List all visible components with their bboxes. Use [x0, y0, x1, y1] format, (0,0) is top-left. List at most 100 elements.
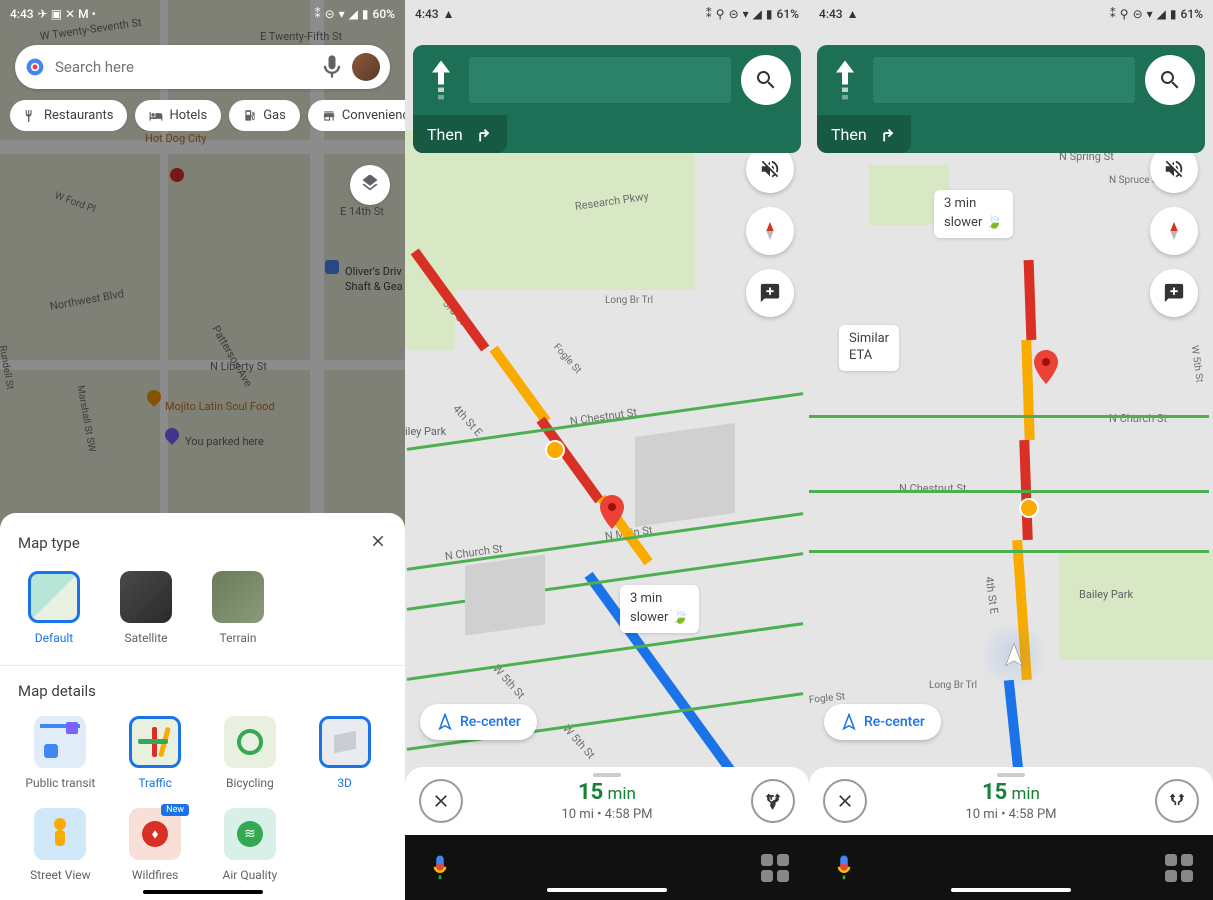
status-time: 4:43	[819, 7, 843, 21]
search-bar[interactable]: Search here	[15, 45, 390, 89]
destination-field[interactable]	[873, 57, 1135, 103]
voice-assistant-button[interactable]	[829, 853, 859, 883]
destination-pin	[600, 495, 624, 529]
home-indicator[interactable]	[547, 888, 667, 892]
then-label: Then	[427, 125, 463, 144]
telegram-icon: ✈	[38, 7, 48, 21]
eta-block: 15 min 10 mi • 4:58 PM	[561, 780, 652, 822]
detail-wildfires[interactable]: ♦NewWildfires	[113, 808, 198, 882]
profile-avatar[interactable]	[352, 53, 380, 81]
leaf-icon: 🍃	[672, 609, 689, 625]
drag-handle[interactable]	[593, 773, 621, 777]
close-button[interactable]	[369, 531, 387, 555]
mute-icon	[1163, 158, 1185, 180]
compass-button[interactable]	[1150, 207, 1198, 255]
current-location	[979, 620, 1049, 690]
close-nav-button[interactable]	[823, 779, 867, 823]
home-indicator[interactable]	[951, 888, 1071, 892]
close-icon	[431, 791, 451, 811]
detail-label: Traffic	[138, 776, 172, 790]
status-battery: 60%	[373, 7, 395, 21]
message-icon: ▣	[51, 7, 62, 21]
detail-thumb	[224, 716, 276, 768]
maptype-satellite[interactable]: Satellite	[120, 571, 172, 645]
alt-route-badge-slower[interactable]: 3 min slower 🍃	[934, 190, 1013, 238]
alt-routes-button[interactable]	[751, 779, 795, 823]
alt-routes-icon	[1167, 791, 1187, 811]
alt-routes-icon	[763, 791, 783, 811]
recenter-button[interactable]: Re-center	[824, 704, 941, 740]
eta-details: 10 mi • 4:58 PM	[965, 807, 1056, 822]
maptype-default[interactable]: Default	[28, 571, 80, 645]
battery-icon: ▮	[362, 7, 369, 21]
recenter-button[interactable]: Re-center	[420, 704, 537, 740]
report-button[interactable]	[746, 269, 794, 317]
mic-icon[interactable]	[318, 53, 346, 81]
nav-footer[interactable]: 15 min 10 mi • 4:58 PM	[405, 767, 809, 835]
wifi-icon: ▾	[1147, 7, 1153, 21]
nav-arrow-icon: ▲	[443, 7, 455, 21]
bluetooth-icon: ⁑	[1110, 7, 1116, 21]
park-label: iley Park	[405, 425, 446, 438]
layers-button[interactable]	[350, 165, 390, 205]
battery-icon: ▮	[1170, 7, 1177, 21]
destination-field[interactable]	[469, 57, 731, 103]
search-button[interactable]	[1145, 55, 1195, 105]
category-chips: Restaurants Hotels Gas Convenience	[10, 100, 405, 131]
detail-label: Air Quality	[223, 868, 278, 882]
detail-traffic[interactable]: Traffic	[113, 716, 198, 790]
alt-route-badge-similar[interactable]: Similar ETA	[839, 325, 899, 371]
detail-label: Public transit	[25, 776, 95, 790]
alt-route-badge[interactable]: 3 min slower 🍃	[620, 585, 699, 633]
alt-route-text: Similar ETA	[849, 331, 889, 363]
search-button[interactable]	[741, 55, 791, 105]
compass-button[interactable]	[746, 207, 794, 255]
nav-footer[interactable]: 15 min 10 mi • 4:58 PM	[809, 767, 1213, 835]
dnd-icon: ⊝	[325, 7, 335, 21]
then-direction[interactable]: Then	[413, 115, 507, 153]
detail-street-view[interactable]: Street View	[18, 808, 103, 882]
recenter-label: Re-center	[864, 714, 925, 730]
detail-3d[interactable]: 3D	[302, 716, 387, 790]
alt-routes-button[interactable]	[1155, 779, 1199, 823]
wifi-icon: ▾	[743, 7, 749, 21]
search-icon	[754, 68, 778, 92]
status-battery: 61%	[1181, 7, 1203, 21]
apps-button[interactable]	[1165, 854, 1193, 882]
detail-air-quality[interactable]: ≋ Air Quality	[208, 808, 293, 882]
turn-right-icon	[471, 123, 493, 145]
nav-direction-panel[interactable]: Then	[413, 45, 801, 153]
maptype-label: Satellite	[125, 631, 168, 645]
location-icon: ⚲	[1120, 7, 1129, 21]
chip-gas[interactable]: Gas	[229, 100, 300, 131]
apps-button[interactable]	[761, 854, 789, 882]
status-bar: 4:43 ▲ ⁑⚲⊝▾◢▮61%	[405, 0, 809, 28]
detail-bicycling[interactable]: Bicycling	[208, 716, 293, 790]
maptype-terrain[interactable]: Terrain	[212, 571, 264, 645]
drag-handle[interactable]	[997, 773, 1025, 777]
recenter-label: Re-center	[460, 714, 521, 730]
chip-convenience[interactable]: Convenience	[308, 100, 405, 131]
then-direction[interactable]: Then	[817, 115, 911, 153]
eta-unit: min	[608, 784, 636, 804]
compass-icon	[759, 220, 781, 242]
location-arrow-icon	[1000, 641, 1028, 669]
search-icon	[1158, 68, 1182, 92]
detail-thumb: ≋	[224, 808, 276, 860]
detail-public-transit[interactable]: Public transit	[18, 716, 103, 790]
alt-route-text: 3 min slower	[630, 591, 668, 625]
voice-assistant-button[interactable]	[425, 853, 455, 883]
eta-details: 10 mi • 4:58 PM	[561, 807, 652, 822]
close-icon	[369, 532, 387, 550]
google-maps-logo-icon	[25, 57, 45, 77]
status-bar: 4:43 ✈ ▣ ✕ M • ⁑ ⊝ ▾ ◢ ▮ 60%	[0, 0, 405, 28]
chip-restaurants[interactable]: Restaurants	[10, 100, 127, 131]
report-button[interactable]	[1150, 269, 1198, 317]
nav-direction-panel[interactable]: Then	[817, 45, 1205, 153]
store-icon	[322, 109, 336, 123]
map-type-sheet: Map type Default Satellite Terrain Map d…	[0, 513, 405, 900]
home-indicator[interactable]	[143, 890, 263, 894]
eta-minutes: 15	[578, 780, 603, 805]
chip-hotels[interactable]: Hotels	[135, 100, 221, 131]
close-nav-button[interactable]	[419, 779, 463, 823]
